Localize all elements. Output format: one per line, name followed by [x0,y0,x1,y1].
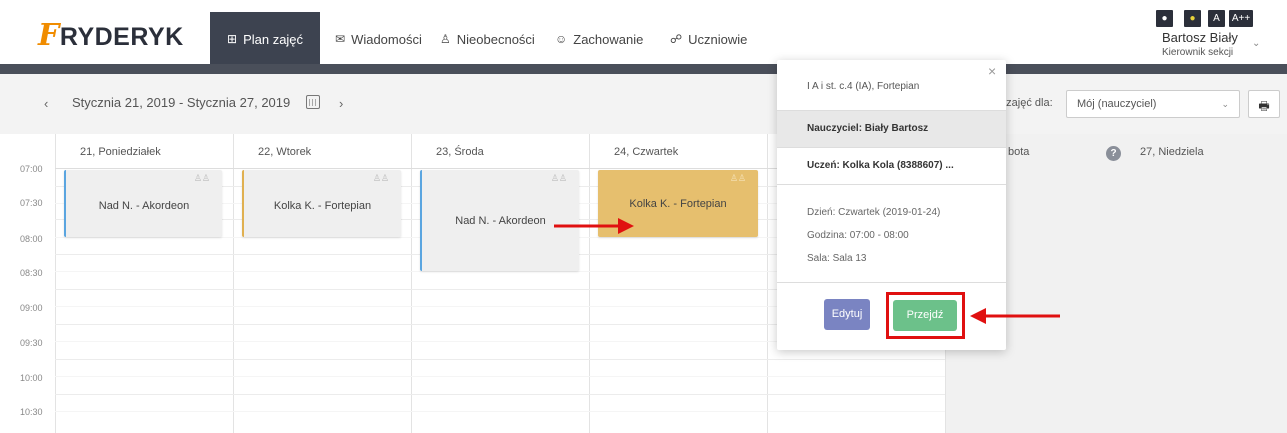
column-divider [55,134,56,433]
help-icon[interactable]: ? [1106,146,1121,161]
nav-nieobecnosci[interactable]: ♙ Nieobecności [440,12,535,64]
time-label: 10:30 [20,407,43,417]
highlight-box [886,292,965,339]
nav-wiadomosci[interactable]: ✉ Wiadomości [335,12,422,64]
column-divider [411,134,412,433]
group-icon: ♙♙ [372,173,389,183]
header-divider [0,64,1287,74]
fryderyk-logo[interactable]: FRYDERYK [38,18,184,53]
nav-uczniowie[interactable]: ☍ Uczniowie [670,12,747,64]
printer-icon: 🖶 [1258,99,1270,113]
day-header-tuesday: 22, Wtorek [258,146,312,158]
time-label: 07:00 [20,164,43,174]
popover-hour: Godzina: 07:00 - 08:00 [807,230,909,241]
user-role: Kierownik sekcji [1162,47,1234,58]
app-root: FRYDERYK ⊞ Plan zajęć ✉ Wiadomości ♙ Nie… [0,0,1287,433]
date-range: Stycznia 21, 2019 - Stycznia 27, 2019 [72,95,291,110]
popover-divider [777,184,1006,185]
day-header-monday: 21, Poniedziałek [80,146,161,158]
time-label: 07:30 [20,198,43,208]
font-size-large[interactable]: A++ [1229,10,1253,27]
users-icon: ☍ [670,32,683,46]
grid-icon: ⊞ [227,32,238,46]
popover-divider [777,282,1006,283]
font-size-normal[interactable]: A [1208,10,1225,27]
column-divider [233,134,234,433]
column-divider [767,134,768,433]
prev-week-button[interactable]: ‹ [44,96,48,111]
popover-teacher: Nauczyciel: Biały Bartosz [807,123,929,134]
calendar-icon[interactable] [306,95,320,109]
contrast-toggle-2[interactable]: ● [1184,10,1201,27]
group-icon: ♙♙ [729,173,746,183]
day-header-thursday: 24, Czwartek [614,146,679,158]
time-label: 08:00 [20,234,43,244]
group-icon: ♙♙ [193,173,210,183]
user-name[interactable]: Bartosz Biały [1162,30,1238,45]
group-icon: ♙♙ [550,173,567,183]
chevron-down-icon[interactable]: ⌄ [1252,38,1260,49]
grid-row-line [55,359,945,360]
print-button[interactable]: 🖶 [1248,90,1280,118]
nav-zachowanie[interactable]: ☺ Zachowanie [555,12,643,64]
close-icon[interactable]: × [988,63,996,79]
plan-owner-select[interactable]: Mój (nauczyciel) ⌄ [1066,90,1240,118]
time-label: 09:00 [20,303,43,313]
column-divider [589,134,590,433]
next-week-button[interactable]: › [339,96,343,111]
red-arrow-icon [970,308,1060,324]
time-label: 09:30 [20,338,43,348]
smiley-icon: ☺ [555,32,568,46]
popover-student: Uczeń: Kolka Kola (8388607) ... [807,160,954,171]
calendar-event[interactable]: ♙♙ Nad N. - Akordeon [64,170,222,237]
grid-row-line [55,394,945,395]
day-header-saturday: bota [1008,146,1030,158]
popover-room: Sala: Sala 13 [807,253,867,264]
grid-row-line [55,376,945,377]
time-label: 08:30 [20,268,43,278]
day-header-sunday: 27, Niedziela [1140,146,1204,158]
edit-button[interactable]: Edytuj [824,299,870,330]
popover-day: Dzień: Czwartek (2019-01-24) [807,207,941,218]
red-arrow-icon [554,218,634,234]
top-header [0,0,1287,64]
grid-row-line [55,411,945,412]
user-icon: ♙ [440,32,451,46]
chevron-down-icon: ⌄ [1221,99,1229,109]
time-label: 10:00 [20,373,43,383]
contrast-toggle-1[interactable]: ● [1156,10,1173,27]
calendar-event[interactable]: ♙♙ Kolka K. - Fortepian [242,170,401,237]
popover-course: I A i st. c.4 (IA), Fortepian [807,81,920,92]
envelope-icon: ✉ [335,32,346,46]
day-header-wednesday: 23, Środa [436,146,484,158]
nav-plan-zajec[interactable]: ⊞ Plan zajęć [210,12,321,64]
